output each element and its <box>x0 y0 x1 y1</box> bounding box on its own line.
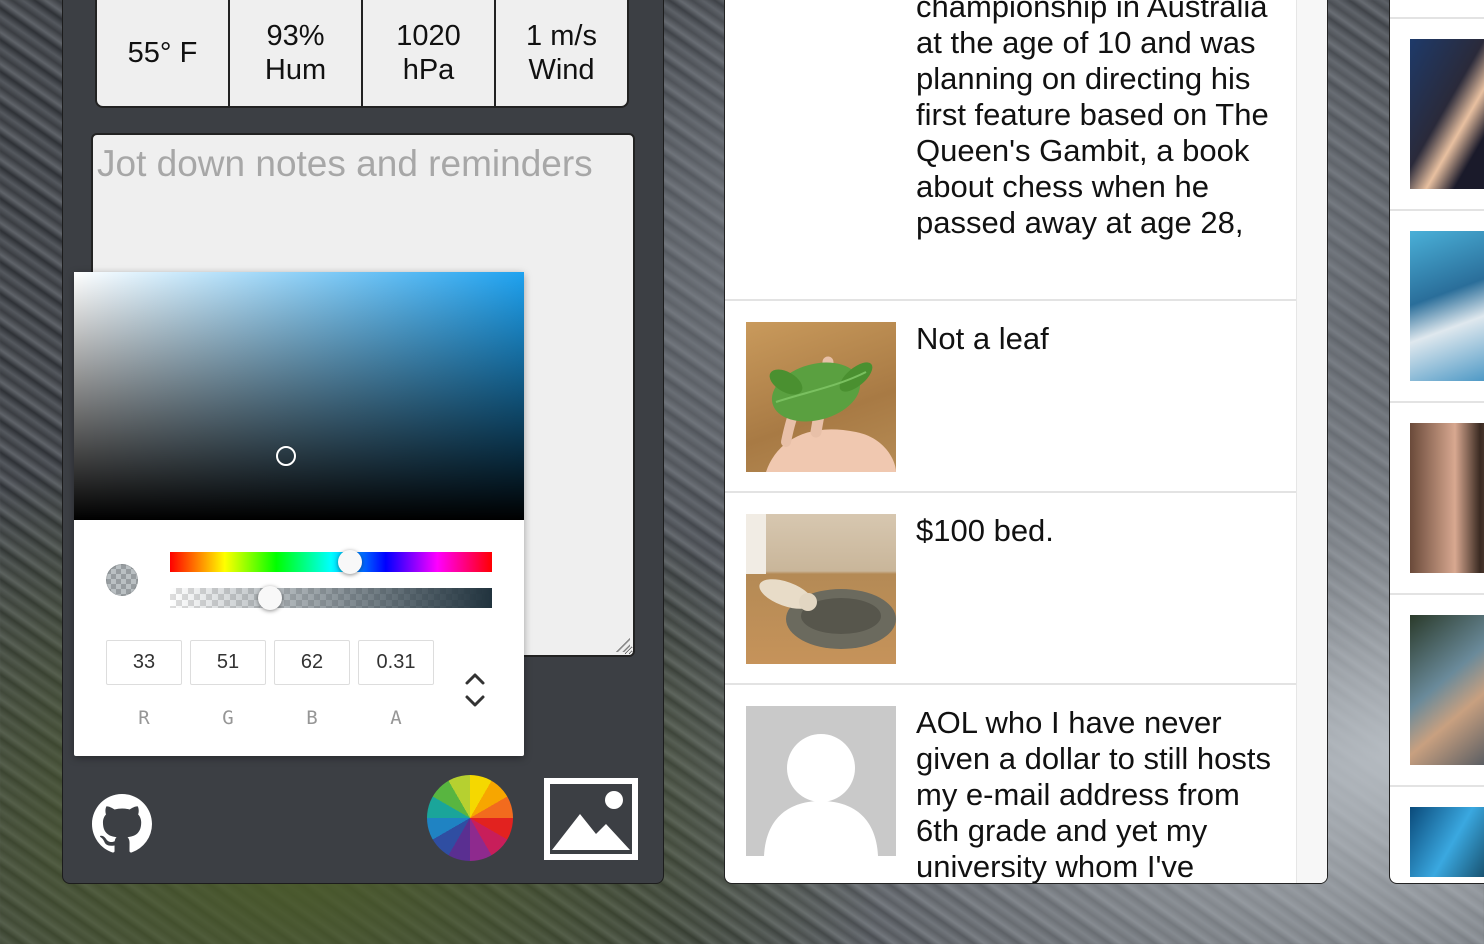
right-list-item[interactable] <box>1390 19 1484 211</box>
alpha-slider[interactable] <box>170 586 492 610</box>
weather-bar: 55° F 93% Hum 1020 hPa 1 m/s Wind <box>95 0 629 108</box>
color-picker: R G B A <box>74 272 524 756</box>
wind-label: Wind <box>528 54 595 86</box>
pressure-value: 1020 <box>396 20 461 52</box>
weather-temperature: 55° F <box>97 0 230 106</box>
feed-item-text: AOL who I have never given a dollar to s… <box>916 705 1271 884</box>
hue-slider-thumb[interactable] <box>338 550 363 574</box>
g-label: G <box>222 707 234 729</box>
feed-item-thumbnail[interactable] <box>746 706 896 856</box>
b-input[interactable] <box>274 640 350 685</box>
right-item-thumbnail[interactable] <box>1410 39 1484 189</box>
feed-item[interactable]: championship in Australia at the age of … <box>725 0 1296 301</box>
a-input[interactable] <box>358 640 434 685</box>
pressure-label: hPa <box>402 54 455 86</box>
g-input[interactable] <box>190 640 266 685</box>
right-panel <box>1389 0 1484 884</box>
r-input[interactable] <box>106 640 182 685</box>
a-label: A <box>390 707 402 729</box>
feed-item-text: championship in Australia at the age of … <box>916 0 1269 240</box>
feed-item[interactable]: AOL who I have never given a dollar to s… <box>725 685 1296 884</box>
color-preview-swatch <box>106 564 138 596</box>
hue-slider[interactable] <box>170 550 492 574</box>
feed-item-thumbnail[interactable] <box>746 322 896 472</box>
saturation-value-handle[interactable] <box>275 445 296 466</box>
feed-item-thumbnail[interactable] <box>746 514 896 664</box>
default-avatar-icon <box>764 734 878 856</box>
channel-g: G <box>190 640 266 729</box>
feed-panel: championship in Australia at the age of … <box>724 0 1328 884</box>
right-item-thumbnail[interactable] <box>1410 423 1484 573</box>
github-icon[interactable] <box>92 794 152 854</box>
color-channel-inputs: R G B A <box>106 640 434 729</box>
temperature-value: 55° F <box>127 37 198 69</box>
weather-pressure: 1020 hPa <box>363 0 496 106</box>
wind-value: 1 m/s <box>526 20 597 52</box>
right-list-item[interactable] <box>1390 0 1484 19</box>
resize-grip-icon[interactable] <box>614 636 630 652</box>
right-item-thumbnail[interactable] <box>1410 615 1484 765</box>
right-item-thumbnail[interactable] <box>1410 807 1484 877</box>
r-label: R <box>138 707 150 729</box>
feed-item[interactable]: Not a leaf <box>725 301 1296 493</box>
channel-a: A <box>358 640 434 729</box>
feed-item-text: $100 bed. <box>916 513 1054 548</box>
humidity-value: 93% <box>266 20 325 52</box>
saturation-value-area[interactable] <box>74 272 524 520</box>
image-icon[interactable] <box>544 778 638 860</box>
right-list-item[interactable] <box>1390 787 1484 883</box>
right-list-item[interactable] <box>1390 211 1484 403</box>
b-label: B <box>306 707 318 729</box>
weather-humidity: 93% Hum <box>230 0 363 106</box>
channel-b: B <box>274 640 350 729</box>
feed-item-text: Not a leaf <box>916 321 1049 356</box>
feed-scrollbar[interactable] <box>1296 0 1327 883</box>
weather-wind: 1 m/s Wind <box>496 0 627 106</box>
right-item-thumbnail[interactable] <box>1410 231 1484 381</box>
format-toggle-button[interactable] <box>460 670 490 714</box>
up-down-chevron-icon <box>465 673 485 707</box>
right-list-item[interactable] <box>1390 403 1484 595</box>
color-wheel-icon[interactable] <box>427 775 513 861</box>
right-list-item[interactable] <box>1390 595 1484 787</box>
alpha-slider-thumb[interactable] <box>257 586 282 610</box>
channel-r: R <box>106 640 182 729</box>
humidity-label: Hum <box>264 54 327 86</box>
feed-item[interactable]: $100 bed. <box>725 493 1296 685</box>
